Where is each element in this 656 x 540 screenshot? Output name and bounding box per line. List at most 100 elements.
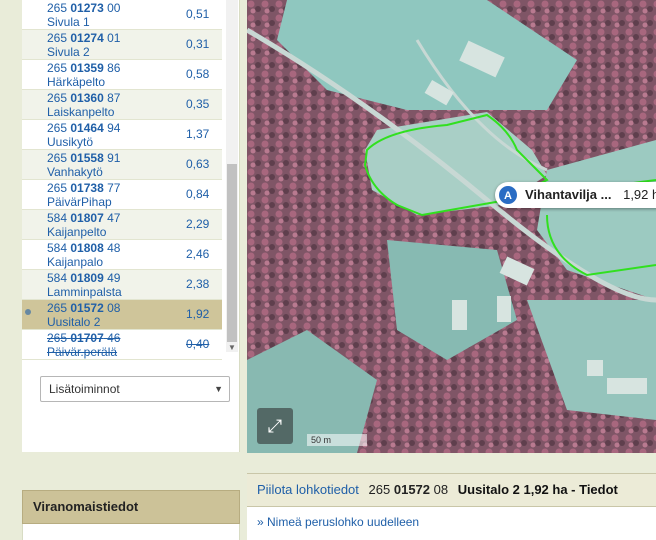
label-badge: A <box>498 185 518 205</box>
parcel-area: 0,84 <box>186 187 210 201</box>
aerial-imagery <box>247 0 656 453</box>
parcel-code: 265 01707 46 <box>47 331 120 345</box>
parcel-name: Sivula 1 <box>47 15 90 29</box>
parcel-name: Härkäpelto <box>47 75 106 89</box>
scale-text: 50 m <box>311 435 332 445</box>
parcel-row[interactable]: 584 01809 49 Lamminpalsta 2,38 <box>22 270 222 300</box>
code-mid: 01572 <box>393 482 431 497</box>
authority-info-header[interactable]: Viranomaistiedot <box>22 490 240 524</box>
fullscreen-button[interactable]: ⤢ <box>257 408 293 444</box>
code-suffix: 47 <box>107 211 121 225</box>
parcel-code: 265 01273 00 <box>47 1 120 15</box>
code-mid: 01359 <box>70 61 104 75</box>
aerial-map[interactable]: A Vihantavilja ... 1,92 h ⤢ 50 m <box>247 0 656 453</box>
parcel-name: PäivärPihap <box>47 195 112 209</box>
parcel-code: 584 01808 48 <box>47 241 120 255</box>
parcel-area: 0,58 <box>186 67 210 81</box>
parcel-code: 584 01807 47 <box>47 211 120 225</box>
code-mid: 01572 <box>70 301 104 315</box>
parcel-row[interactable]: 265 01707 46 Päivär.perälä 0,40 <box>22 330 222 360</box>
code-prefix: 265 <box>47 31 68 45</box>
authority-info-body <box>22 524 240 540</box>
detail-title: Uusitalo 2 1,92 ha - Tiedot <box>457 482 618 497</box>
parcel-row[interactable]: 265 01464 94 Uusikytö 1,37 <box>22 120 222 150</box>
parcel-name: Uusitalo 2 <box>47 315 101 329</box>
parcel-area: 1,92 <box>186 307 210 321</box>
code-suffix: 46 <box>107 331 121 345</box>
parcel-area: 2,29 <box>186 217 210 231</box>
code-suffix: 94 <box>107 121 121 135</box>
code-suffix: 08 <box>107 301 121 315</box>
parcel-name: Päivär.perälä <box>47 345 118 359</box>
parcel-list: 265 01273 00 Sivula 1 0,51 265 01274 01 Sivu… <box>22 0 222 362</box>
code-prefix: 265 <box>47 91 68 105</box>
code-suffix: 77 <box>107 181 121 195</box>
code-prefix: 265 <box>47 301 68 315</box>
extra-actions-label: Lisätoiminnot <box>49 382 120 396</box>
parcel-name: Kaijanpelto <box>47 225 107 239</box>
parcel-name: Vanhakytö <box>47 165 103 179</box>
parcel-area: 0,51 <box>186 7 210 21</box>
scale-bar: 50 m <box>307 434 367 446</box>
code-prefix: 265 <box>47 1 68 15</box>
parcel-row[interactable]: 265 01572 08 Uusitalo 2 1,92 <box>22 300 222 330</box>
parcel-code: 584 01809 49 <box>47 271 120 285</box>
code-mid: 01360 <box>70 91 104 105</box>
app-root: 265 01273 00 Sivula 1 0,51 265 01274 01 Sivu… <box>0 0 656 540</box>
rename-parcel-link[interactable]: » Nimeä peruslohko uudelleen <box>257 515 419 529</box>
code-prefix: 265 <box>47 331 68 345</box>
code-suffix: 87 <box>107 91 121 105</box>
scroll-down-icon[interactable]: ▼ <box>226 342 238 354</box>
parcel-row[interactable]: 265 01273 00 Sivula 1 0,51 <box>22 0 222 30</box>
parcel-row[interactable]: 265 01738 77 PäivärPihap 0,84 <box>22 180 222 210</box>
code-mid: 01273 <box>70 1 104 15</box>
code-mid: 01558 <box>70 151 104 165</box>
parcel-area: 2,46 <box>186 247 210 261</box>
code-mid: 01807 <box>70 211 104 225</box>
parcel-row[interactable]: 265 01360 87 Laiskanpelto 0,35 <box>22 90 222 120</box>
list-scrollbar-thumb[interactable] <box>227 164 237 342</box>
parcel-area: 2,38 <box>186 277 210 291</box>
code-suffix: 91 <box>107 151 121 165</box>
parcel-code: 265 01738 77 <box>47 181 120 195</box>
parcel-code: 265 01558 91 <box>47 151 120 165</box>
parcel-name: Kaijanpalo <box>47 255 104 269</box>
parcel-row[interactable]: 265 01558 91 Vanhakytö 0,63 <box>22 150 222 180</box>
parcel-code: 265 01464 94 <box>47 121 120 135</box>
label-crop-name: Vihantavilja ... <box>525 187 612 202</box>
code-mid: 01808 <box>70 241 104 255</box>
code-suffix: 00 <box>107 1 121 15</box>
dropdown-arrow-icon: ▼ <box>214 384 223 394</box>
parcel-code: 265 01572 08 <box>47 301 120 315</box>
hide-details-link[interactable]: Piilota lohkotiedot <box>257 482 359 497</box>
parcel-area: 0,31 <box>186 37 210 51</box>
parcel-area: 0,35 <box>186 97 210 111</box>
parcel-row[interactable]: 584 01808 48 Kaijanpalo 2,46 <box>22 240 222 270</box>
parcel-name: Sivula 2 <box>47 45 90 59</box>
parcel-details-body: » Nimeä peruslohko uudelleen <box>247 507 656 540</box>
label-area: 1,92 h <box>623 187 656 202</box>
code-suffix: 49 <box>107 271 121 285</box>
code-prefix: 584 <box>47 271 68 285</box>
code-prefix: 265 <box>47 151 68 165</box>
map-parcel-label[interactable]: A Vihantavilja ... 1,92 h <box>495 182 656 208</box>
code-suffix: 08 <box>433 482 449 497</box>
detail-parcel-code: 265 01572 08 <box>369 482 449 497</box>
parcel-row[interactable]: 584 01807 47 Kaijanpelto 2,29 <box>22 210 222 240</box>
parcel-code: 265 01360 87 <box>47 91 120 105</box>
parcel-row[interactable]: 265 01274 01 Sivula 2 0,31 <box>22 30 222 60</box>
parcel-code: 265 01274 01 <box>47 31 120 45</box>
code-prefix: 265 <box>368 482 391 497</box>
extra-actions-select[interactable]: Lisätoiminnot ▼ <box>40 376 230 402</box>
code-prefix: 265 <box>47 61 68 75</box>
parcel-name: Laiskanpelto <box>47 105 115 119</box>
parcel-name: Lamminpalsta <box>47 285 122 299</box>
parcel-details-bar: Piilota lohkotiedot 265 01572 08 Uusital… <box>247 473 656 507</box>
code-mid: 01464 <box>70 121 104 135</box>
parcel-area: 0,40 <box>186 337 210 351</box>
code-mid: 01809 <box>70 271 104 285</box>
code-prefix: 584 <box>47 211 68 225</box>
code-prefix: 265 <box>47 181 68 195</box>
parcel-row[interactable]: 265 01359 86 Härkäpelto 0,58 <box>22 60 222 90</box>
parcel-area: 1,37 <box>186 127 210 141</box>
